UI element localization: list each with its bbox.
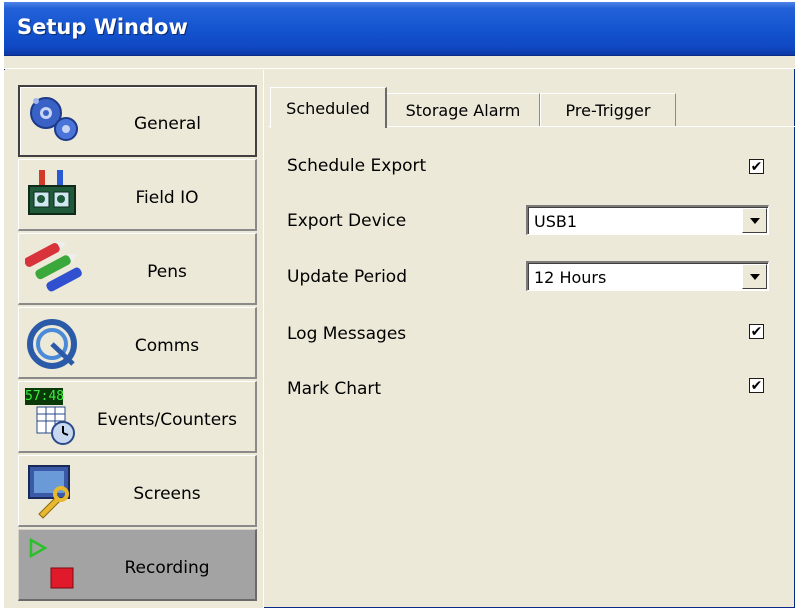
sidebar-item-label: Comms — [134, 335, 200, 356]
log-messages-checkbox[interactable]: ✔ — [749, 324, 764, 339]
sidebar-item-label: Events/Counters — [96, 409, 238, 430]
field-io-icon — [28, 170, 76, 215]
sidebar: General Field IO Pens Comms 57:48 Events… — [4, 70, 264, 608]
sidebar-item-general[interactable]: General — [18, 85, 257, 157]
title-bar[interactable]: Setup Window — [4, 2, 795, 56]
schedule-export-label: Schedule Export — [287, 156, 427, 176]
window-title: Setup Window — [17, 15, 188, 39]
setup-window: Setup Window General Field IO Pens Comms… — [4, 2, 795, 608]
tab-pre-trigger[interactable]: Pre-Trigger — [540, 93, 676, 127]
export-device-label: Export Device — [287, 211, 407, 231]
sidebar-item-label: Pens — [147, 261, 187, 282]
cable-icon — [27, 319, 77, 369]
sidebar-item-label: Screens — [133, 483, 201, 504]
sidebar-item-recording[interactable]: Recording — [18, 529, 257, 601]
sidebar-item-comms[interactable]: Comms — [18, 307, 257, 379]
schedule-export-checkbox[interactable]: ✔ — [749, 159, 764, 174]
top-strip — [4, 56, 795, 69]
gears-icon — [30, 97, 78, 141]
monitor-wrench-icon — [28, 465, 70, 519]
sidebar-item-label: General — [134, 114, 201, 134]
mark-chart-checkbox[interactable]: ✔ — [749, 378, 764, 393]
pens-icon — [25, 241, 82, 292]
update-period-label: Update Period — [287, 267, 407, 287]
sidebar-item-pens[interactable]: Pens — [18, 233, 257, 305]
sidebar-item-field-io[interactable]: Field IO — [18, 159, 257, 231]
update-period-select[interactable]: 12 Hours — [526, 261, 769, 291]
mark-chart-label: Mark Chart — [287, 379, 382, 399]
sidebar-item-label: Recording — [124, 557, 210, 578]
export-device-value: USB1 — [534, 212, 578, 231]
sidebar-item-events-counters[interactable]: 57:48 Events/Counters — [18, 381, 257, 453]
tab-scheduled[interactable]: Scheduled — [270, 87, 387, 128]
tab-bar: Scheduled Storage Alarm Pre-Trigger — [268, 87, 788, 128]
tab-storage-alarm[interactable]: Storage Alarm — [386, 93, 540, 127]
log-messages-label: Log Messages — [287, 324, 407, 344]
sidebar-item-label: Field IO — [135, 187, 199, 208]
update-period-value: 12 Hours — [534, 268, 607, 287]
clock-calendar-icon: 57:48 — [25, 388, 83, 446]
chevron-down-icon[interactable] — [742, 264, 767, 289]
sidebar-item-screens[interactable]: Screens — [18, 455, 257, 527]
play-stop-icon — [29, 537, 74, 589]
chevron-down-icon[interactable] — [742, 208, 767, 233]
export-device-select[interactable]: USB1 — [526, 205, 769, 235]
